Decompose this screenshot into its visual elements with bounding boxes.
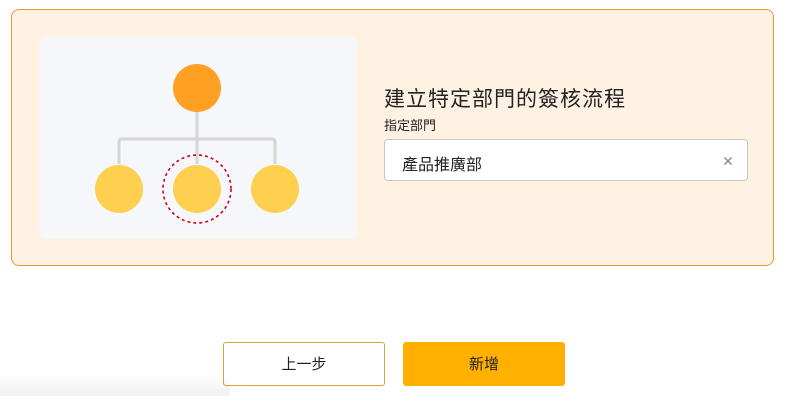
child-node-selected (173, 165, 221, 213)
department-flow-card: 建立特定部門的簽核流程 指定部門 產品推廣部 (11, 9, 774, 266)
add-button[interactable]: 新增 (403, 342, 565, 386)
root-node (173, 64, 221, 112)
child-node (95, 165, 143, 213)
card-title: 建立特定部門的簽核流程 (384, 87, 626, 111)
bottom-shadow (0, 374, 230, 396)
department-field-label: 指定部門 (384, 119, 437, 134)
wizard-step: 建立特定部門的簽核流程 指定部門 產品推廣部 上一步 新增 (0, 0, 787, 396)
org-chart-illustration (39, 36, 357, 239)
org-chart-icon (95, 64, 299, 224)
close-icon[interactable] (721, 153, 735, 167)
back-button[interactable]: 上一步 (223, 342, 385, 386)
child-node (251, 165, 299, 213)
department-select[interactable]: 產品推廣部 (384, 139, 748, 181)
department-select-value: 產品推廣部 (402, 155, 483, 174)
